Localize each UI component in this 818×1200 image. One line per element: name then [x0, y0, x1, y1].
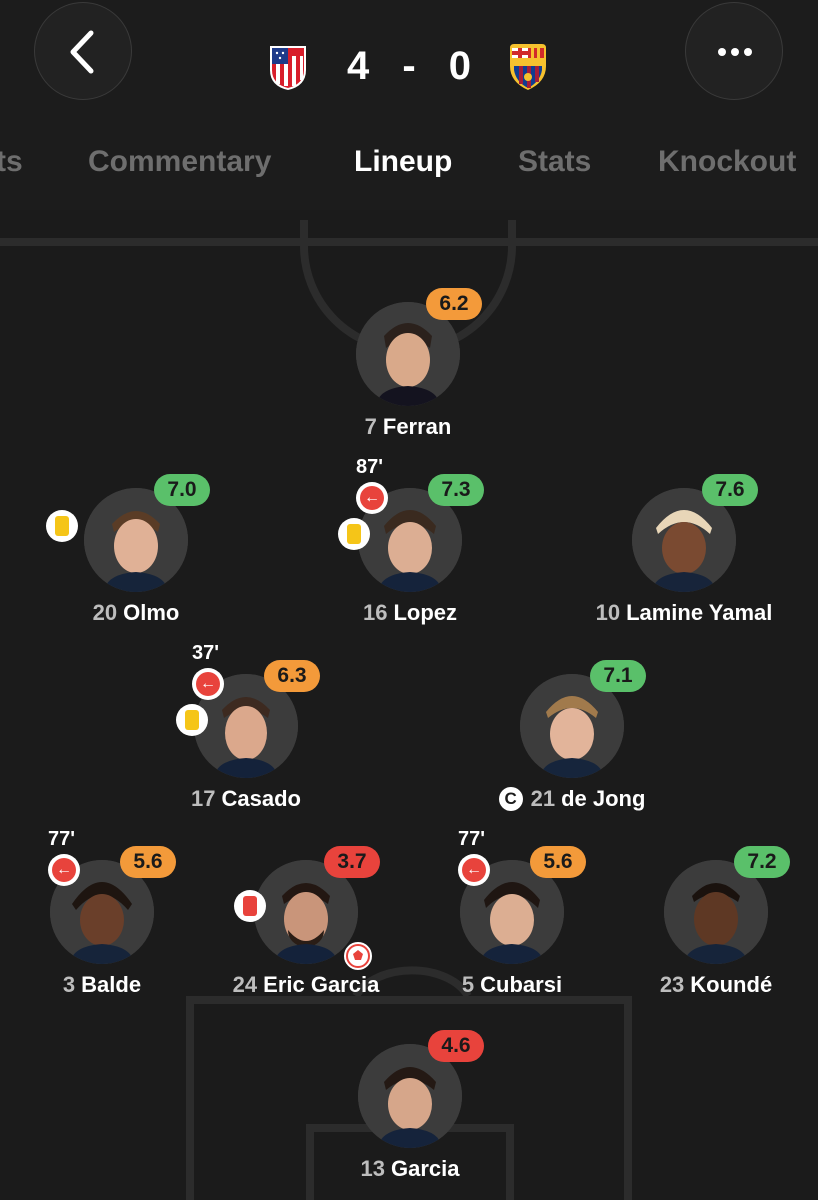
yellow-card-icon: [55, 516, 69, 536]
player-de-jong[interactable]: 7.1 C 21 de Jong: [462, 660, 682, 816]
shirt-number: 3: [62, 972, 76, 997]
shirt-number: 7: [364, 414, 377, 439]
back-button[interactable]: [34, 2, 132, 100]
tab-knockout[interactable]: Knockout: [658, 145, 796, 179]
shirt-number: 17: [191, 786, 216, 811]
fc-barcelona-crest: [510, 44, 546, 90]
substitution-badge: ←: [458, 854, 490, 886]
player-name: Cubarsi: [480, 972, 563, 997]
shirt-number: 24: [232, 972, 258, 997]
player-name-label: 16 Lopez: [280, 600, 540, 626]
player-rating: 7.1: [590, 660, 646, 692]
player-name: de Jong: [561, 786, 646, 811]
player-name: Koundé: [690, 972, 773, 997]
shirt-number: 23: [659, 972, 685, 997]
player-olmo[interactable]: 7.0 20 Olmo: [26, 474, 246, 630]
tab-events[interactable]: ts: [0, 145, 23, 179]
yellow-card-icon: [347, 524, 361, 544]
substitution-time: 77': [48, 828, 76, 850]
yellow-card-badge: [46, 510, 78, 542]
player-name-label: C 21 de Jong: [442, 786, 702, 812]
more-options-button[interactable]: [685, 2, 783, 100]
player-rating: 4.6: [428, 1030, 484, 1062]
player-casado[interactable]: 37' 6.3 ← 17 Casado: [136, 642, 356, 816]
player-rating: 5.6: [120, 846, 176, 878]
player-rating: 6.2: [426, 288, 482, 320]
player-kounde[interactable]: 7.2 23 Koundé: [606, 846, 818, 1002]
match-tabs: ts Commentary Lineup Stats Knockout: [0, 145, 818, 191]
player-name-label: 7 Ferran: [278, 414, 538, 440]
player-rating: 5.6: [530, 846, 586, 878]
substitution-badge: ←: [356, 482, 388, 514]
home-score: 4: [346, 44, 372, 88]
player-lamine-yamal[interactable]: 7.6 10 Lamine Yamal: [574, 474, 794, 630]
player-name-label: 17 Casado: [116, 786, 376, 812]
player-garcia-goalkeeper[interactable]: 4.6 13 Garcia: [300, 1030, 520, 1186]
tab-commentary[interactable]: Commentary: [88, 145, 271, 179]
player-name-label: 20 Olmo: [6, 600, 266, 626]
substitution-time: 37': [192, 642, 220, 664]
player-rating: 7.2: [734, 846, 790, 878]
yellow-card-badge: [176, 704, 208, 736]
player-name: Casado: [221, 786, 301, 811]
shirt-number: 16: [362, 600, 388, 625]
player-name: Olmo: [123, 600, 180, 625]
player-rating: 7.6: [702, 474, 758, 506]
player-name-label: 13 Garcia: [280, 1156, 540, 1182]
player-name: Lopez: [393, 600, 458, 625]
atletico-madrid-crest: [270, 46, 306, 90]
player-name-label: 10 Lamine Yamal: [554, 600, 814, 626]
captain-badge: C: [498, 787, 523, 811]
substitution-badge: ←: [192, 668, 224, 700]
score-separator: -: [402, 44, 418, 88]
match-score: 4 - 0: [340, 44, 480, 94]
player-rating: 7.0: [154, 474, 210, 506]
player-rating: 3.7: [324, 846, 380, 878]
yellow-card-icon: [185, 710, 199, 730]
player-name: Balde: [81, 972, 142, 997]
substitution-time: 87': [356, 456, 384, 478]
tab-lineup[interactable]: Lineup: [354, 145, 452, 179]
player-ferran[interactable]: 6.2 7 Ferran: [298, 288, 518, 444]
more-horizontal-icon: [718, 48, 752, 56]
arrow-left-icon: ←: [360, 486, 384, 510]
substitution-badge: ←: [48, 854, 80, 886]
own-goal-badge: [342, 940, 374, 972]
player-name-label: 23 Koundé: [586, 972, 818, 998]
shirt-number: 20: [92, 600, 118, 625]
match-header: 4 - 0 ts Commentary Lineup Stats Knockou…: [0, 0, 818, 210]
player-name: Eric Garcia: [263, 972, 380, 997]
arrow-left-icon: ←: [52, 858, 76, 882]
player-rating: 7.3: [428, 474, 484, 506]
soccer-ball-icon: [346, 944, 370, 968]
arrow-left-icon: ←: [462, 858, 486, 882]
tab-stats[interactable]: Stats: [518, 145, 591, 179]
substitution-time: 77': [458, 828, 486, 850]
player-rating: 6.3: [264, 660, 320, 692]
red-card-badge: [234, 890, 266, 922]
shirt-number: 13: [360, 1156, 385, 1181]
player-lopez[interactable]: 87' 7.3 ← 16 Lopez: [300, 456, 520, 630]
player-name: Ferran: [382, 414, 452, 439]
arrow-left-icon: ←: [196, 672, 220, 696]
player-name: Garcia: [390, 1156, 460, 1181]
red-card-icon: [243, 896, 257, 916]
chevron-left-icon: [70, 30, 94, 74]
shirt-number: 21: [530, 786, 556, 811]
yellow-card-badge: [338, 518, 370, 550]
shirt-number: 10: [595, 600, 621, 625]
shirt-number: 5: [461, 972, 475, 997]
away-score: 0: [448, 44, 474, 88]
player-name: Lamine Yamal: [626, 600, 773, 625]
